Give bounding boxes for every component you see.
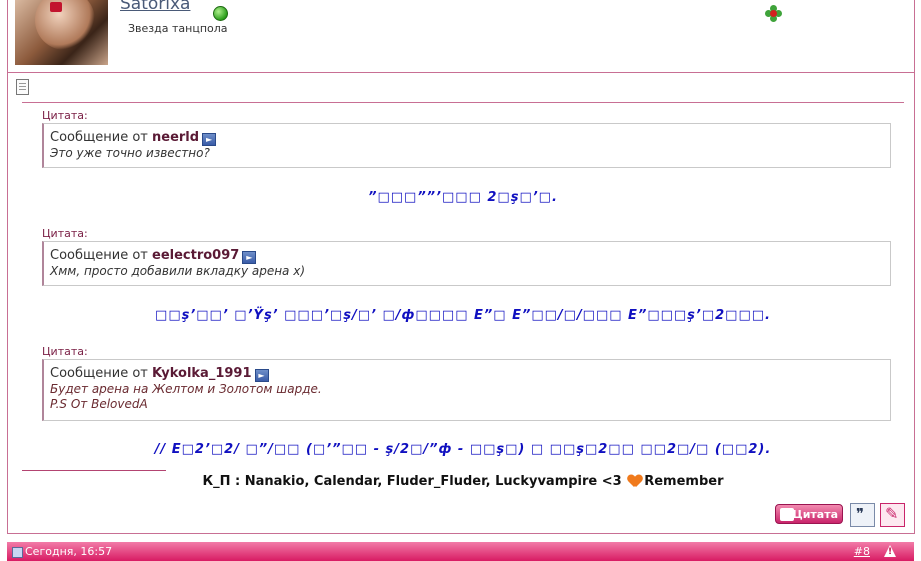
quote-author: neerld xyxy=(152,130,200,145)
quote-label: Цитата: xyxy=(42,345,88,358)
multiquote-button[interactable] xyxy=(850,503,875,527)
quote-header: Сообщение от eelectro097 ► xyxy=(50,248,884,264)
signature-text: К_П : Nanakio, Calendar, Fluder_Fluder, … xyxy=(202,474,622,489)
quote-author: eelectro097 xyxy=(152,248,240,263)
reply-text: □□ş’□□’ □’Ÿş’ □□□’□ş/□’ □/ф□□□□ Е”□ Е”□□… xyxy=(155,308,771,323)
quote-box: Сообщение от neerld ► Это уже точно извес… xyxy=(42,123,891,168)
post-date: Сегодня, 16:57 xyxy=(25,545,113,558)
view-post-arrow-icon[interactable]: ► xyxy=(242,251,257,264)
icq-icon[interactable] xyxy=(765,5,783,23)
quote-button[interactable]: Цитата xyxy=(775,504,843,524)
quote-text: P.S От BelovedA xyxy=(50,397,148,411)
quote-box: Сообщение от eelectro097 ► Хмм, просто до… xyxy=(42,241,891,286)
post-header: Satorixa Звезда танцпола xyxy=(7,0,915,73)
post-number-link[interactable]: #8 xyxy=(854,545,870,558)
quote-text: Хмм, просто добавили вкладку арена х) xyxy=(50,264,306,278)
post-body: Цитата: Сообщение от neerld ► Это уже точ… xyxy=(7,73,915,534)
reply-text: // Е□2’□2/ □”/□□ (□’”□□ - ş/2□/”ф - □□ş□… xyxy=(154,442,772,457)
edit-button[interactable] xyxy=(880,503,905,527)
heart-icon xyxy=(628,475,642,487)
username-link[interactable]: Satorixa xyxy=(120,0,190,14)
quote-text: Будет арена на Желтом и Золотом шарде. xyxy=(50,382,322,396)
post-status-icon xyxy=(12,547,23,558)
post-document-icon xyxy=(16,79,29,95)
user-title: Звезда танцпола xyxy=(128,22,228,35)
avatar[interactable] xyxy=(15,0,108,65)
signature-divider xyxy=(22,470,166,471)
quote-author: Kykolka_1991 xyxy=(152,366,252,381)
signature-suffix: Remember xyxy=(644,474,724,489)
quote-header: Сообщение от Kykolka_1991 ► xyxy=(50,366,884,382)
post-footer: Сегодня, 16:57 #8 xyxy=(7,542,914,561)
quote-box: Сообщение от Kykolka_1991 ► Будет арена н… xyxy=(42,359,891,421)
quote-header: Сообщение от neerld ► xyxy=(50,130,884,146)
report-warning-icon[interactable] xyxy=(884,545,896,557)
quote-prefix: Сообщение от xyxy=(50,366,148,381)
view-post-arrow-icon[interactable]: ► xyxy=(202,133,217,146)
quote-label: Цитата: xyxy=(42,227,88,240)
signature: К_П : Nanakio, Calendar, Fluder_Fluder, … xyxy=(22,474,904,489)
view-post-arrow-icon[interactable]: ► xyxy=(254,369,269,382)
reply-text: ”□□□””’□□□ 2□ş□’□. xyxy=(368,190,558,205)
quote-prefix: Сообщение от xyxy=(50,248,148,263)
online-status-icon xyxy=(213,6,228,21)
quote-text: Это уже точно известно? xyxy=(50,146,210,160)
quote-prefix: Сообщение от xyxy=(50,130,148,145)
post-separator xyxy=(22,102,904,103)
quote-label: Цитата: xyxy=(42,109,88,122)
